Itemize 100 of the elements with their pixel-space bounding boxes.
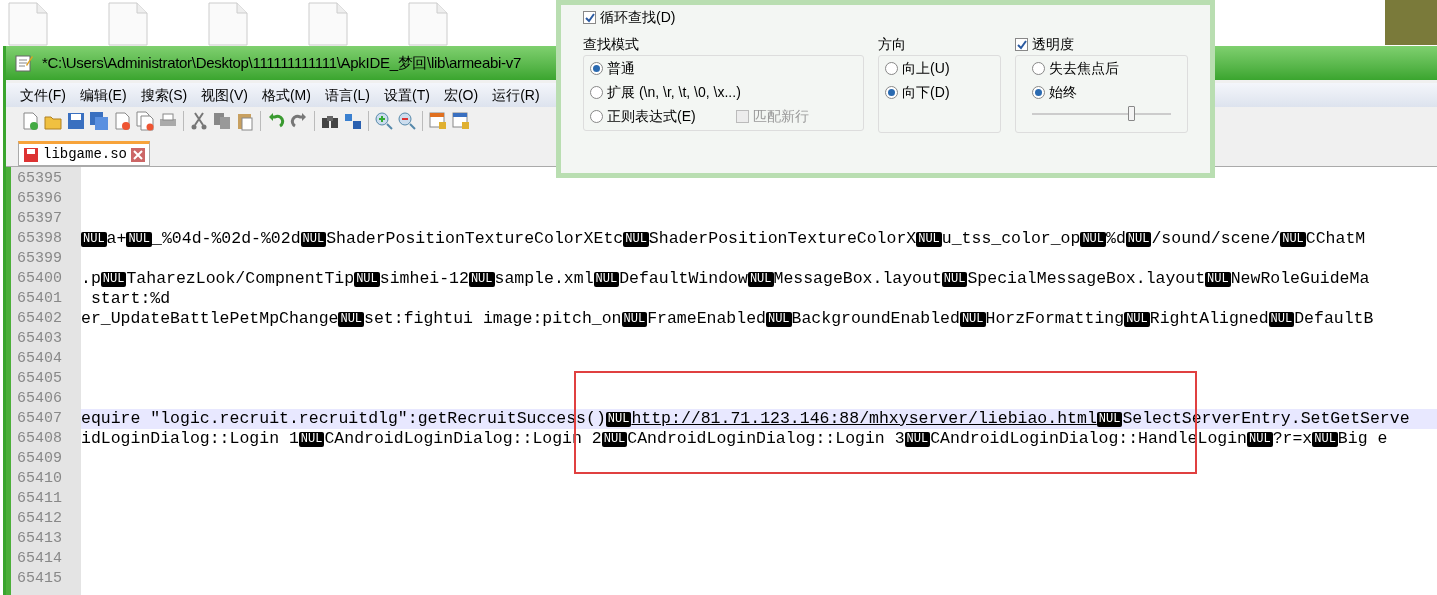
line-number: 65408 (16, 429, 63, 449)
code-text: ShaderPositionTextureColorX (648, 227, 917, 250)
nul-marker: NUL (601, 431, 628, 447)
code-text: SpecialMessageBox.layout (967, 267, 1206, 290)
radio-option[interactable]: 扩展 (\n, \r, \t, \0, \x...) (590, 80, 858, 104)
line-number: 65402 (16, 309, 63, 329)
code-text: er_UpdateBattlePetMpChange (81, 307, 339, 330)
nul-marker: NUL (1124, 311, 1150, 327)
nul-marker: NUL (1080, 231, 1107, 247)
radio-option[interactable]: 失去焦点后 (1032, 56, 1171, 80)
radio-option[interactable]: 向上(U) (885, 56, 995, 80)
file-tab[interactable]: libgame.so (18, 141, 150, 166)
line-number: 65396 (16, 189, 63, 209)
radio-option[interactable]: 普通 (590, 56, 858, 80)
code-text: .p (81, 267, 101, 290)
nul-marker: NUL (623, 231, 649, 247)
menu-item[interactable]: 编辑(E) (79, 84, 127, 106)
nul-marker: NUL (298, 431, 325, 447)
line-number: 65412 (16, 509, 63, 529)
notepad-icon (14, 53, 34, 73)
radio-option[interactable]: 向下(D) (885, 80, 995, 104)
code-text: ShaderPositionTextureColorXEtc (326, 227, 624, 250)
nul-marker: NUL (338, 311, 365, 327)
menu-item[interactable]: 格式(M) (261, 84, 311, 106)
scissors-icon[interactable] (189, 111, 209, 131)
nul-marker: NUL (959, 311, 986, 327)
menu-item[interactable]: 运行(R) (492, 84, 540, 106)
code-text: idLoginDialog::Login 1 (81, 427, 299, 450)
nul-marker: NUL (300, 231, 327, 247)
nul-marker: NUL (1312, 431, 1338, 447)
line-number: 65404 (16, 349, 63, 369)
zoom-out-icon[interactable] (397, 111, 417, 131)
code-text: sample.xml (494, 267, 594, 290)
menu-item[interactable]: 宏(O) (443, 84, 479, 106)
code-text: u_tss_color_op (941, 227, 1081, 250)
code-text: FrameEnabled (647, 307, 766, 330)
nul-marker: NUL (1247, 431, 1273, 447)
radio-option[interactable]: 正则表达式(E) (590, 104, 696, 128)
line-number: 65401 (16, 289, 63, 309)
checkbox[interactable]: 透明度 (1015, 34, 1188, 55)
line-number: 65395 (16, 169, 63, 189)
window-title: *C:\Users\Administrator\Desktop\111111111111\ApkIDE_梦回\lib\armeabi-v7 (42, 52, 521, 73)
code-text: TaharezLook/CompnentTip (126, 267, 355, 290)
line-number: 65399 (16, 249, 63, 269)
line-number: 65414 (16, 549, 63, 569)
nul-marker: NUL (81, 231, 107, 247)
save-icon (23, 146, 39, 163)
code-text: simhei-12 (379, 267, 469, 290)
menu-item[interactable]: 文件(F) (20, 84, 66, 106)
nul-marker: NUL (1125, 231, 1152, 247)
line-number: 65405 (16, 369, 63, 389)
nul-marker: NUL (916, 231, 942, 247)
line-number: 65413 (16, 529, 63, 549)
menu-item[interactable]: 搜索(S) (140, 84, 188, 106)
radio-option[interactable]: 始终 (1032, 80, 1171, 104)
nul-marker: NUL (941, 271, 968, 287)
code-text: Big e (1337, 427, 1388, 450)
code-text: a+ (106, 227, 127, 250)
code-text: %d (1106, 227, 1126, 250)
line-number: 65409 (16, 449, 63, 469)
copy-icon[interactable] (212, 111, 232, 131)
group-title: 查找模式 (583, 35, 640, 54)
code-text: HorzFormatting (985, 307, 1125, 330)
line-number: 65400 (16, 269, 63, 289)
nul-marker: NUL (468, 271, 495, 287)
menu-item[interactable]: 语言(L) (324, 84, 371, 106)
code-text: start:%d (89, 287, 171, 310)
nul-marker: NUL (1268, 311, 1295, 327)
nul-marker: NUL (1205, 271, 1231, 287)
save-all-icon[interactable] (89, 111, 109, 131)
nul-marker: NUL (904, 431, 931, 447)
checkbox[interactable]: 循环查找(D) (583, 7, 1188, 28)
code-text: _%04d-%02d-%02d (152, 227, 301, 250)
code-text: DefaultB (1294, 307, 1374, 330)
menu-item[interactable]: 视图(V) (201, 84, 248, 106)
clipboard-icon[interactable] (235, 111, 255, 131)
code-text: CChatM (1305, 227, 1366, 250)
menu-item[interactable]: 设置(T) (384, 84, 430, 106)
code-text: /sound/scene/ (1151, 227, 1281, 250)
nul-marker: NUL (354, 271, 380, 287)
code-text: RightAligned (1149, 307, 1269, 330)
nul-marker: NUL (605, 411, 632, 427)
line-number: 65403 (16, 329, 63, 349)
code-text: set:fightui image:pitch_on (364, 307, 622, 330)
nul-marker: NUL (765, 311, 792, 327)
slider-thumb[interactable] (1127, 106, 1135, 121)
close-file-icon[interactable] (112, 111, 132, 131)
close-all-icon[interactable] (135, 111, 155, 131)
transparency-slider[interactable] (1032, 106, 1171, 122)
nul-marker: NUL (621, 311, 648, 327)
photo-placeholder (1385, 0, 1437, 45)
code-text: BackgroundEnabled (791, 307, 960, 330)
close-icon[interactable] (131, 147, 145, 162)
line-number: 65410 (16, 469, 63, 489)
line-number: 65411 (16, 489, 63, 509)
zoom-in-icon[interactable] (374, 111, 394, 131)
save-icon[interactable] (66, 111, 86, 131)
check-icon (584, 12, 595, 23)
code-text: MessageBox.layout (773, 267, 942, 290)
new-file-icon[interactable] (20, 111, 40, 131)
